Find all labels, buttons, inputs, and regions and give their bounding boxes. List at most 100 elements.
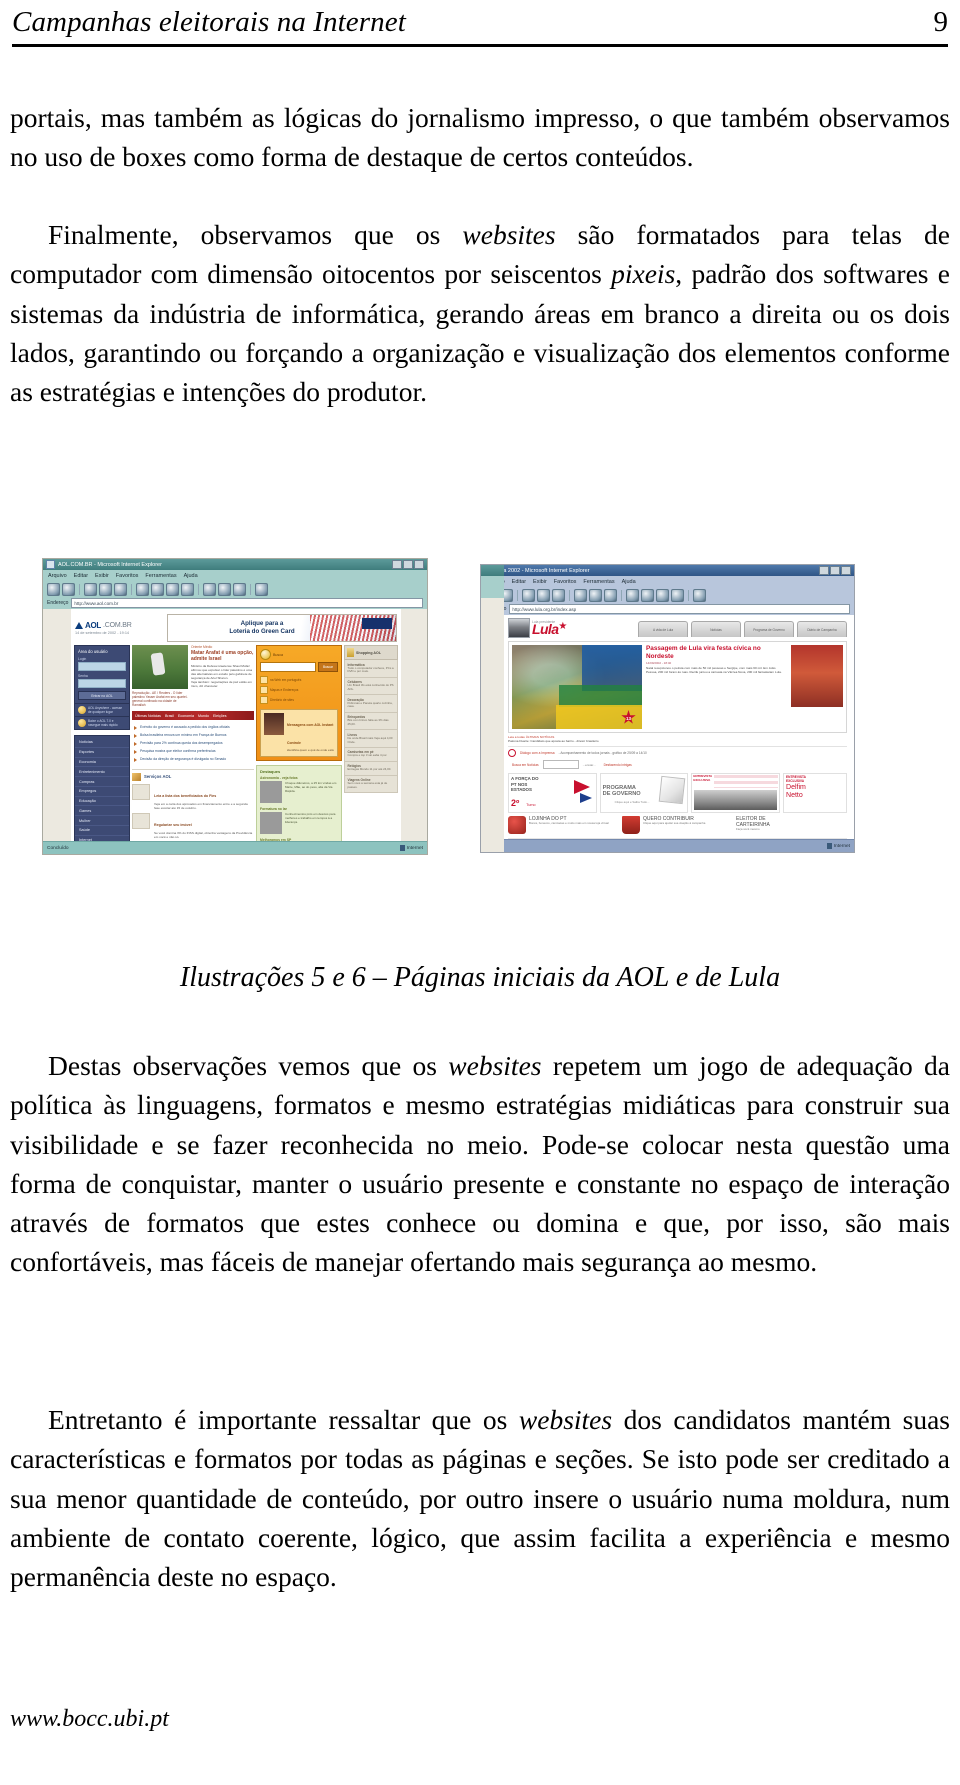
print-icon[interactable]	[641, 588, 654, 602]
destaque-title[interactable]: Formatura no lar	[260, 807, 338, 811]
aol-lead-story[interactable]: Reprodução - AE / Reuters - O líder pale…	[132, 645, 254, 707]
home-icon[interactable]	[114, 582, 127, 596]
history-icon[interactable]	[166, 582, 179, 596]
list-item[interactable]: Previsão para 2% continua queda dos dese…	[132, 739, 254, 747]
favorites-icon[interactable]	[151, 582, 164, 596]
forward-icon[interactable]	[62, 582, 75, 596]
address-input[interactable]: http://www.lula.org.br/index.asp	[509, 604, 850, 614]
sidebar-item-noticias[interactable]: Notícias	[75, 738, 129, 748]
aol-menubar[interactable]: Arquivo Editar Exibir Favoritos Ferramen…	[43, 570, 427, 581]
list-item[interactable]: Exército do governo é acusado a pedido d…	[132, 723, 254, 731]
aol-toolbar[interactable]	[43, 581, 427, 597]
discuss-icon[interactable]	[671, 588, 684, 602]
aol-news-tabs[interactable]: Últimas Notícias Brasil Economia Mundo E…	[132, 711, 254, 720]
menu-favoritos[interactable]: Favoritos	[116, 573, 139, 579]
sidebar-item-empregos[interactable]: Empregos	[75, 787, 129, 797]
press-strip-label[interactable]: Diálogo com a Imprensa	[520, 751, 555, 755]
sidebar-item-mulher[interactable]: Mulher	[75, 816, 129, 827]
shopping-item[interactable]: Informática Tudo o computador conhece, PC…	[344, 660, 398, 678]
edit-icon[interactable]	[218, 582, 231, 596]
messenger-icon[interactable]	[255, 582, 268, 596]
login-user-input[interactable]	[78, 662, 126, 671]
window-controls[interactable]	[819, 566, 851, 575]
orange-search-links[interactable]: na Web em português Mapas e Endereços Di…	[260, 675, 338, 705]
refresh-icon[interactable]	[537, 588, 550, 602]
home-icon[interactable]	[552, 588, 565, 602]
aol-orange-search-panel[interactable]: Busca Buscar na Web em português Mapas e…	[256, 645, 342, 761]
promo-delfim-netto[interactable]: ENTREVISTA EXCLUSIVA Delfim Netto	[783, 773, 848, 814]
sidebar-item-saude[interactable]: Saúde	[75, 826, 129, 836]
lead-story-related[interactable]: Veja também: negociações de paz estão em…	[191, 680, 254, 688]
newstab-ultimas[interactable]: Últimas Notícias	[135, 714, 161, 718]
lula-menubar[interactable]: Arquivo Editar Exibir Favoritos Ferramen…	[481, 576, 854, 587]
print-icon[interactable]	[203, 582, 216, 596]
lula-toolbar[interactable]	[481, 587, 854, 603]
menu-editar[interactable]: Editar	[74, 573, 88, 579]
minimize-icon[interactable]	[392, 560, 402, 569]
tab-programa-de-governo[interactable]: Programa de Governo	[744, 621, 794, 637]
shopping-item[interactable]: Camisetas em pé Compra e top 3 vai eaba 4…	[344, 747, 398, 762]
favorites-icon[interactable]	[589, 588, 602, 602]
aol-address-bar[interactable]: Endereço http://www.aol.com.br	[43, 597, 427, 609]
desfazendo-intrigas-link[interactable]: Desfazendo intrigas	[604, 763, 632, 767]
newstab-brasil[interactable]: Brasil	[165, 714, 174, 718]
menu-exibir[interactable]: Exibir	[533, 579, 547, 585]
orange-link-maps[interactable]: Mapas e Endereços	[260, 685, 338, 695]
shopping-item[interactable]: Celulares Um Brasil 3G está conhecido do …	[344, 677, 398, 696]
service-item[interactable]: Regularize seu imóvel Se você domina 3% …	[132, 812, 254, 839]
history-icon[interactable]	[604, 588, 617, 602]
newstab-economia[interactable]: Economia	[178, 714, 194, 718]
promo-forca-do-pt[interactable]: A FORÇA DO PT NOS ESTADOS 2º Turno	[508, 773, 597, 814]
aol-greencard-banner[interactable]: Aplique para a Loteria do Green Card	[167, 614, 397, 642]
promo-quero-contribuir[interactable]: QUERO CONTRIBUIR Clique aqui para ajudar…	[622, 816, 733, 835]
menu-arquivo[interactable]: Arquivo	[48, 573, 67, 579]
lula-address-bar[interactable]: Endereço http://www.lula.org.br/index.as…	[481, 603, 854, 615]
promo-entrevista-exclusiva[interactable]: ENTREVISTA EXCLUSIVA	[691, 773, 781, 814]
search-icon[interactable]	[136, 582, 149, 596]
tab-a-vida-de-lula[interactable]: A vida de Lula	[638, 621, 688, 637]
lula-last-news[interactable]: Leia a todas ÚLTIMAS NOTÍCIAS Paloma Dua…	[508, 735, 847, 743]
menu-ferramentas[interactable]: Ferramentas	[145, 573, 176, 579]
maximize-icon[interactable]	[403, 560, 413, 569]
list-item[interactable]: Decisão da direção de segurança é divulg…	[132, 756, 254, 764]
close-icon[interactable]	[414, 560, 424, 569]
sidebar-item-economia[interactable]: Economia	[75, 758, 129, 768]
stop-icon[interactable]	[522, 588, 535, 602]
lula-logo[interactable]: Lula presidente Lula ★	[508, 618, 567, 638]
shopping-item[interactable]: Relógios Entregas Mundo 11 por até 24,00.	[344, 761, 398, 776]
window-controls[interactable]	[392, 560, 424, 569]
aol-promo-download[interactable]: Baixe o AOL 7.0 e navegue mais rápido	[74, 717, 130, 730]
orange-promo[interactable]: Mensagens com AOL Instant Controle ident…	[260, 709, 338, 757]
menu-exibir[interactable]: Exibir	[95, 573, 109, 579]
shopping-item[interactable]: Decoração Poltronas e Panela quarto cozin…	[344, 695, 398, 713]
sidebar-item-educacao[interactable]: Educação	[75, 797, 129, 807]
aol-sidebar-nav[interactable]: Notícias Esportes Economia Entreteniment…	[74, 735, 130, 854]
newstab-eleicoes[interactable]: Eleições	[213, 714, 227, 718]
login-pass-input[interactable]	[78, 679, 126, 688]
menu-editar[interactable]: Editar	[512, 579, 526, 585]
destaque-item[interactable]: Astronomia - veja fotos Choque diâmetros…	[260, 776, 338, 803]
close-icon[interactable]	[841, 566, 851, 575]
shopping-item[interactable]: Livros De onde Brasil mais Veja aqui 4,00…	[344, 730, 398, 748]
orange-search-field[interactable]: Buscar	[260, 662, 338, 672]
lead-story-headline[interactable]: Matar Arafat é uma opção, admite Israel	[191, 650, 254, 662]
list-item[interactable]: Bolsa brasileira renova um mínimo em Fra…	[132, 731, 254, 739]
messenger-icon[interactable]	[693, 588, 706, 602]
aol-headline-list[interactable]: Exército do governo é acusado a pedido d…	[132, 723, 254, 764]
mail-icon[interactable]	[181, 582, 194, 596]
refresh-icon[interactable]	[99, 582, 112, 596]
orange-search-button[interactable]: Buscar	[318, 662, 338, 672]
search-icon[interactable]	[574, 588, 587, 602]
login-submit-button[interactable]: Entrar no AOL	[78, 691, 126, 700]
sidebar-item-compras[interactable]: Compras	[75, 777, 129, 787]
menu-ajuda[interactable]: Ajuda	[622, 579, 636, 585]
menu-favoritos[interactable]: Favoritos	[554, 579, 577, 585]
orange-link-web[interactable]: na Web em português	[260, 675, 338, 685]
service-title[interactable]: Leia a lista dos beneficiados do Fies	[154, 794, 216, 798]
lula-press-strip[interactable]: Diálogo com a Imprensa - Acompanhamento …	[508, 746, 847, 758]
sidebar-item-games[interactable]: Games	[75, 806, 129, 817]
menu-ferramentas[interactable]: Ferramentas	[583, 579, 614, 585]
mail-icon[interactable]	[626, 588, 639, 602]
sidebar-item-entretenimento[interactable]: Entretenimento	[75, 767, 129, 778]
promo-eleitor-de-carteirinha[interactable]: ELEITOR DE CARTEIRINHA Faça você mesmo	[736, 816, 847, 834]
